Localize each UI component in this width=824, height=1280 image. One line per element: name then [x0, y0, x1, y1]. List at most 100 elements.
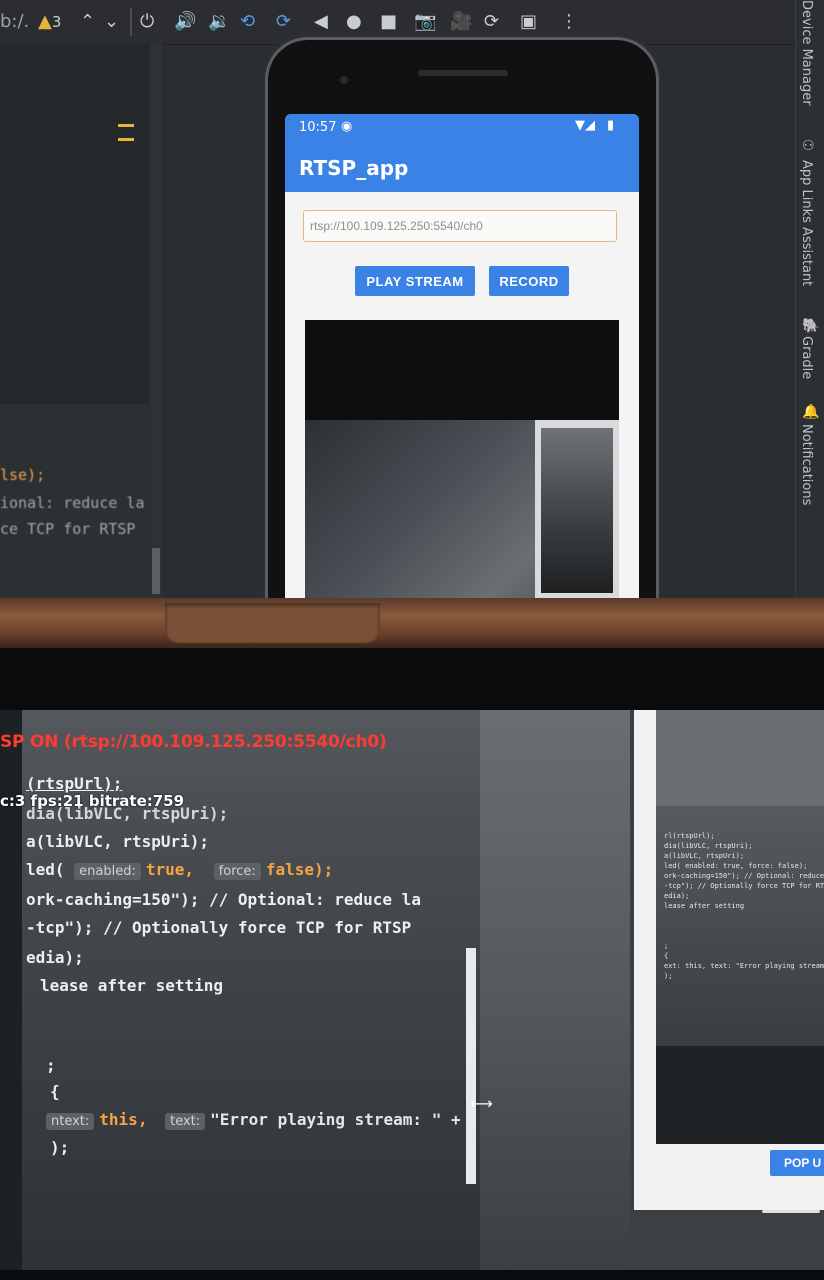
code-line: a(libVLC, rtspUri); — [26, 832, 210, 851]
extended-controls-icon[interactable]: ▣ — [520, 10, 537, 34]
param-hint-text: text: — [165, 1113, 206, 1130]
streamed-code-line: ork-caching=150"); // Optional: reduce — [664, 872, 824, 880]
code-keyword-true: true, — [145, 860, 195, 879]
status-bar: 10:57 ◉ ▼◢ ▮ — [285, 114, 639, 142]
streamed-code-line: a(libVLC, rtspUri); — [664, 852, 745, 860]
streamed-code-line: ); — [664, 972, 673, 980]
code-keyword-this: this, — [99, 1110, 148, 1129]
editor-marker — [118, 138, 134, 141]
streamed-emulator-phone: rl(rtspUrl); dia(libVLC, rtspUri); a(libVL… — [634, 710, 824, 1213]
ide-code-editor[interactable]: lse); ional: reduce la ce TCP for RTSP — [0, 44, 150, 604]
video-frame-mirror — [535, 420, 619, 610]
app-links-icon[interactable]: ⚇ — [802, 138, 815, 154]
volume-down-icon[interactable]: 🔉 — [208, 10, 230, 34]
more-options-icon[interactable]: ⋮ — [560, 10, 578, 34]
app-title: RTSP_app — [299, 156, 409, 180]
physical-phone-photo: rl(rtspUrl); dia(libVLC, rtspUri); a(libVL… — [0, 648, 824, 1280]
overview-icon[interactable]: ■ — [380, 10, 397, 34]
ide-toolbar: b:/. ▲3 ⌃ ⌄ ⏻ 🔊 🔉 ⟲ ⟳ ◀ ● ■ 📷 🎥 ⟳ ▣ ⋮ — [0, 0, 824, 45]
streamed-code-line: edia); — [664, 892, 690, 900]
code-scrollbar[interactable] — [466, 948, 476, 1184]
side-tab-device-manager[interactable]: Device Manager — [799, 0, 814, 106]
emulator-screen[interactable]: 10:57 ◉ ▼◢ ▮ RTSP_app PLAY STREAM RECORD — [285, 114, 639, 610]
code-text: led( — [26, 860, 65, 879]
play-stream-button[interactable]: PLAY STREAM — [355, 266, 475, 296]
app-bar: RTSP_app — [285, 142, 639, 192]
back-icon[interactable]: ◀ — [314, 10, 328, 34]
streamed-code-line: lease after setting — [664, 902, 745, 910]
phone-camera-icon — [340, 76, 348, 84]
notification-icon: ◉ — [341, 119, 353, 134]
pop-up-button[interactable]: POP U — [770, 1150, 824, 1176]
code-line: { — [50, 1082, 60, 1101]
resize-cursor-icon: ⟷ — [470, 1094, 493, 1113]
status-time: 10:57 — [299, 120, 337, 135]
gesture-home-bar[interactable] — [762, 1210, 820, 1213]
code-keyword-false: false); — [265, 860, 334, 879]
screen-record-icon[interactable]: 🎥 — [450, 10, 472, 34]
snapshot-icon[interactable]: ⟳ — [484, 10, 499, 34]
streamed-code-line: dia(libVLC, rtspUri); — [664, 842, 753, 850]
chevron-up-icon[interactable]: ⌃ — [80, 10, 95, 34]
side-tab-app-links-assistant[interactable]: App Links Assistant — [799, 160, 814, 286]
streamed-code-line: rl(rtspUrl); — [664, 832, 715, 840]
code-text: (rtspUrl); — [26, 774, 123, 793]
toolbar-divider — [130, 8, 132, 36]
desk-notch — [165, 603, 380, 643]
chevron-down-icon[interactable]: ⌄ — [104, 10, 119, 34]
warning-icon[interactable]: ▲3 — [38, 10, 61, 34]
code-line: -tcp"); // Optionally force TCP for RTSP — [26, 918, 412, 937]
stream-status-overlay: SP ON (rtsp://100.109.125.250:5540/ch0) — [0, 732, 387, 752]
code-line: ork-caching=150"); // Optional: reduce l… — [26, 890, 421, 909]
code-line: ; — [46, 1056, 56, 1075]
code-line: (rtspUrl); — [26, 774, 122, 793]
rotate-right-icon[interactable]: ⟳ — [276, 10, 291, 34]
video-frame-mirror-inner — [541, 428, 613, 593]
physical-phone-screen[interactable]: rl(rtspUrl); dia(libVLC, rtspUri); a(libVL… — [0, 710, 824, 1270]
stream-video-frame-right — [480, 710, 630, 1270]
emulator-phone: 10:57 ◉ ▼◢ ▮ RTSP_app PLAY STREAM RECORD — [268, 40, 656, 610]
monitor-photo: b:/. ▲3 ⌃ ⌄ ⏻ 🔊 🔉 ⟲ ⟳ ◀ ● ■ 📷 🎥 ⟳ ▣ ⋮ ls… — [0, 0, 824, 610]
warning-count: 3 — [51, 13, 62, 31]
side-tab-gradle[interactable]: Gradle — [799, 336, 814, 379]
rtsp-url-input[interactable] — [303, 210, 617, 242]
power-icon[interactable]: ⏻ — [140, 10, 154, 34]
editor-scroll-thumb[interactable] — [152, 548, 160, 594]
ide-tool-window-strip: Device Manager ⚇ App Links Assistant 🐘 G… — [795, 0, 824, 610]
code-string: "Error playing stream: " + — [210, 1110, 461, 1129]
side-tab-notifications[interactable]: Notifications — [799, 424, 814, 505]
streamed-code-line: ; — [664, 942, 669, 950]
code-line: led( enabled: true, force: false); — [26, 860, 333, 880]
code-line: dia(libVLC, rtspUri); — [26, 804, 229, 823]
gradle-icon[interactable]: 🐘 — [802, 318, 819, 334]
app-content: PLAY STREAM RECORD — [285, 192, 639, 610]
battery-icon: ▮ — [607, 118, 615, 133]
streamed-emulator-video-top — [656, 710, 824, 806]
home-icon[interactable]: ● — [346, 10, 362, 34]
camera-icon[interactable]: 📷 — [414, 10, 436, 34]
record-button[interactable]: RECORD — [489, 266, 569, 296]
code-line: ntext: this, text: "Error playing stream: … — [46, 1110, 461, 1130]
volume-up-icon[interactable]: 🔊 — [174, 10, 196, 34]
video-view[interactable] — [305, 320, 619, 610]
streamed-code-line: -tcp"); // Optionally force TCP for RTS — [664, 882, 824, 890]
phone-speaker — [418, 70, 508, 76]
video-frame — [305, 420, 619, 610]
code-line: ce TCP for RTSP — [0, 520, 136, 538]
streamed-code-line: led( enabled: true, force: false); — [664, 862, 808, 870]
streamed-code-line: ext: this, text: "Error playing stream: — [664, 962, 824, 970]
param-hint-force: force: — [213, 863, 261, 880]
wifi-signal-icon: ▼◢ — [575, 118, 595, 133]
desk-edge — [0, 598, 824, 648]
streamed-code-line: { — [664, 952, 669, 960]
editor-marker — [118, 124, 134, 127]
editor-scroll-gutter[interactable] — [150, 44, 162, 604]
code-line: lse); — [0, 466, 46, 484]
code-line: ); — [50, 1138, 70, 1157]
code-line: lease after setting — [40, 976, 224, 995]
notifications-icon[interactable]: 🔔 — [802, 404, 819, 420]
rotate-left-icon[interactable]: ⟲ — [240, 10, 255, 34]
toolbar-path-fragment: b:/. — [0, 11, 30, 32]
param-hint-context: ntext: — [46, 1113, 95, 1130]
param-hint-enabled: enabled: — [74, 863, 141, 880]
